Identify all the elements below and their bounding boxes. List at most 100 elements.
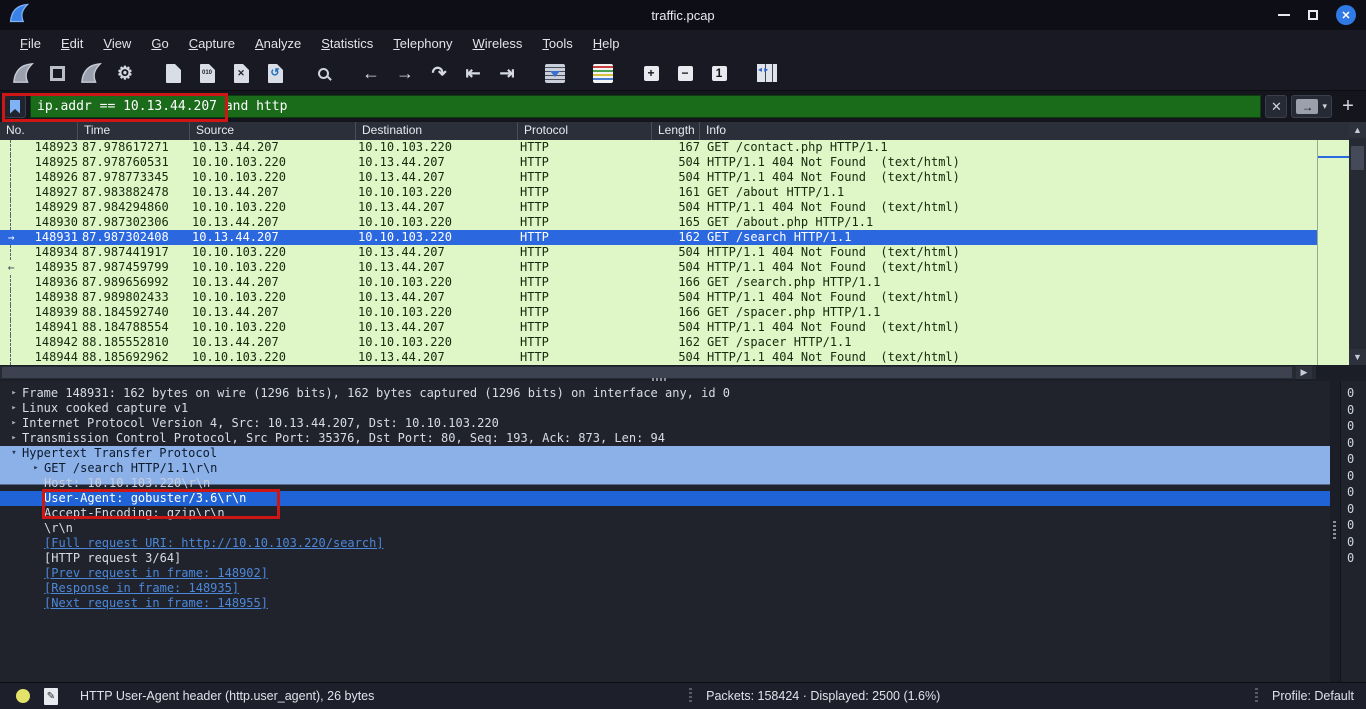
packet-row[interactable]: ←14893587.98745979910.10.103.22010.13.44… bbox=[0, 260, 1366, 275]
menu-statistics[interactable]: Statistics bbox=[311, 33, 383, 54]
details-line[interactable]: ▾Hypertext Transfer Protocol bbox=[0, 446, 1330, 461]
splitter-dots bbox=[1333, 521, 1336, 539]
details-line[interactable]: Accept-Encoding: gzip\r\n bbox=[0, 506, 1330, 521]
packet-row[interactable]: 14892387.97861727110.13.44.20710.10.103.… bbox=[0, 140, 1366, 155]
packet-list-vscrollbar[interactable]: ▲ ▼ bbox=[1349, 122, 1366, 365]
packet-row[interactable]: 14893487.98744191710.10.103.22010.13.44.… bbox=[0, 245, 1366, 260]
go-first-packet-icon[interactable]: ⇤ bbox=[458, 59, 488, 87]
details-line[interactable]: [Response in frame: 148935] bbox=[0, 581, 1330, 596]
details-line[interactable]: ▸GET /search HTTP/1.1\r\n bbox=[0, 461, 1330, 476]
stop-capture-icon[interactable] bbox=[42, 59, 72, 87]
find-packet-icon[interactable] bbox=[308, 59, 338, 87]
details-line[interactable]: ▸Internet Protocol Version 4, Src: 10.13… bbox=[0, 416, 1330, 431]
capture-comment-icon[interactable]: ✎ bbox=[44, 688, 58, 705]
zoom-out-icon[interactable]: − bbox=[670, 59, 700, 87]
menu-telephony[interactable]: Telephony bbox=[383, 33, 462, 54]
profile-text[interactable]: Profile: Default bbox=[1272, 689, 1354, 703]
open-file-icon[interactable] bbox=[158, 59, 188, 87]
intelligent-scrollbar-minimap[interactable] bbox=[1317, 140, 1349, 365]
scroll-down-icon[interactable]: ▼ bbox=[1349, 349, 1366, 365]
capture-options-icon[interactable]: ⚙ bbox=[110, 59, 140, 87]
menu-view[interactable]: View bbox=[93, 33, 141, 54]
packet-row[interactable]: 14893087.98730230610.13.44.20710.10.103.… bbox=[0, 215, 1366, 230]
column-header-info[interactable]: Info bbox=[700, 122, 1366, 140]
filter-clear-icon[interactable]: ✕ bbox=[1265, 95, 1287, 118]
expander-icon[interactable]: ▸ bbox=[6, 401, 22, 416]
packet-row[interactable]: 14892787.98388247810.13.44.20710.10.103.… bbox=[0, 185, 1366, 200]
details-line[interactable]: [HTTP request 3/64] bbox=[0, 551, 1330, 566]
close-button[interactable]: ✕ bbox=[1336, 5, 1356, 25]
expander-spacer bbox=[28, 506, 44, 521]
reload-file-icon[interactable]: ↺ bbox=[260, 59, 290, 87]
expander-icon[interactable]: ▸ bbox=[28, 461, 44, 476]
scroll-right-icon[interactable]: ▶ bbox=[1296, 366, 1312, 379]
packet-row[interactable]: 14894488.18569296210.10.103.22010.13.44.… bbox=[0, 350, 1366, 365]
expander-icon[interactable]: ▸ bbox=[6, 416, 22, 431]
minimize-button[interactable] bbox=[1278, 14, 1290, 16]
column-header-source[interactable]: Source bbox=[190, 122, 356, 140]
bytes-offset-char: 0 bbox=[1341, 385, 1366, 402]
packet-row[interactable]: 14894188.18478855410.10.103.22010.13.44.… bbox=[0, 320, 1366, 335]
go-back-icon[interactable]: ← bbox=[356, 59, 386, 87]
menu-file[interactable]: File bbox=[10, 33, 51, 54]
filter-apply-button[interactable]: → ▾ bbox=[1291, 95, 1332, 118]
vscroll-thumb[interactable] bbox=[1351, 146, 1364, 170]
details-line[interactable]: ▸Frame 148931: 162 bytes on wire (1296 b… bbox=[0, 386, 1330, 401]
packet-row[interactable]: 14893887.98980243310.10.103.22010.13.44.… bbox=[0, 290, 1366, 305]
expander-icon[interactable]: ▾ bbox=[6, 446, 22, 461]
start-capture-icon[interactable] bbox=[8, 59, 38, 87]
resize-columns-icon[interactable] bbox=[752, 59, 782, 87]
expander-icon[interactable]: ▸ bbox=[6, 431, 22, 446]
details-line[interactable]: [Prev request in frame: 148902] bbox=[0, 566, 1330, 581]
packet-row-selected[interactable]: →14893187.98730240810.13.44.20710.10.103… bbox=[0, 230, 1366, 245]
details-line[interactable]: [Full request URI: http://10.10.103.220/… bbox=[0, 536, 1330, 551]
column-header-protocol[interactable]: Protocol bbox=[518, 122, 652, 140]
menu-edit[interactable]: Edit bbox=[51, 33, 93, 54]
save-file-icon[interactable]: 010 bbox=[192, 59, 222, 87]
menu-wireless[interactable]: Wireless bbox=[463, 33, 533, 54]
zoom-in-icon[interactable]: + bbox=[636, 59, 666, 87]
menu-help[interactable]: Help bbox=[583, 33, 630, 54]
maximize-button[interactable] bbox=[1308, 10, 1318, 20]
expander-icon[interactable]: ▸ bbox=[6, 386, 22, 401]
scroll-up-icon[interactable]: ▲ bbox=[1349, 122, 1366, 138]
details-line[interactable]: ▸Linux cooked capture v1 bbox=[0, 401, 1330, 416]
menu-go[interactable]: Go bbox=[141, 33, 178, 54]
menu-analyze[interactable]: Analyze bbox=[245, 33, 311, 54]
bytes-pane-splitter[interactable] bbox=[1330, 381, 1340, 682]
packet-row[interactable]: 14892687.97877334510.10.103.22010.13.44.… bbox=[0, 170, 1366, 185]
column-header-destination[interactable]: Destination bbox=[356, 122, 518, 140]
restart-capture-icon[interactable] bbox=[76, 59, 106, 87]
bookmark-icon[interactable] bbox=[4, 95, 26, 118]
hscroll-thumb[interactable] bbox=[2, 367, 1292, 378]
go-forward-icon[interactable]: → bbox=[390, 59, 420, 87]
add-filter-button[interactable]: + bbox=[1336, 95, 1360, 118]
expert-info-icon[interactable] bbox=[16, 689, 30, 703]
packet-row[interactable]: 14893988.18459274010.13.44.20710.10.103.… bbox=[0, 305, 1366, 320]
auto-scroll-icon[interactable] bbox=[540, 59, 570, 87]
column-header-time[interactable]: Time bbox=[78, 122, 190, 140]
menu-tools[interactable]: Tools bbox=[532, 33, 582, 54]
go-last-packet-icon[interactable]: ⇥ bbox=[492, 59, 522, 87]
close-file-icon[interactable]: ✕ bbox=[226, 59, 256, 87]
details-line[interactable]: \r\n bbox=[0, 521, 1330, 536]
colorize-packets-icon[interactable] bbox=[588, 59, 618, 87]
pane-splitter-handle[interactable] bbox=[652, 378, 668, 381]
selected-packet-indicator bbox=[1318, 156, 1349, 158]
packet-row[interactable]: 14892987.98429486010.10.103.22010.13.44.… bbox=[0, 200, 1366, 215]
details-line[interactable]: Host: 10.10.103.220\r\n bbox=[0, 476, 1330, 491]
details-line[interactable]: User-Agent: gobuster/3.6\r\n bbox=[0, 491, 1330, 506]
packet-row[interactable]: 14894288.18555281010.13.44.20710.10.103.… bbox=[0, 335, 1366, 350]
go-to-packet-icon[interactable]: ↷ bbox=[424, 59, 454, 87]
details-line[interactable]: [Next request in frame: 148955] bbox=[0, 596, 1330, 611]
column-header-length[interactable]: Length bbox=[652, 122, 700, 140]
column-header-no[interactable]: No. bbox=[0, 122, 78, 140]
zoom-100-icon[interactable]: 1 bbox=[704, 59, 734, 87]
details-line[interactable]: ▸Transmission Control Protocol, Src Port… bbox=[0, 431, 1330, 446]
display-filter-input[interactable]: ip.addr == 10.13.44.207 and http bbox=[30, 95, 1261, 118]
bytes-offset-char: 0 bbox=[1341, 501, 1366, 518]
expander-spacer bbox=[28, 596, 44, 611]
menu-capture[interactable]: Capture bbox=[179, 33, 245, 54]
packet-row[interactable]: 14893687.98965699210.13.44.20710.10.103.… bbox=[0, 275, 1366, 290]
packet-row[interactable]: 14892587.97876053110.10.103.22010.13.44.… bbox=[0, 155, 1366, 170]
